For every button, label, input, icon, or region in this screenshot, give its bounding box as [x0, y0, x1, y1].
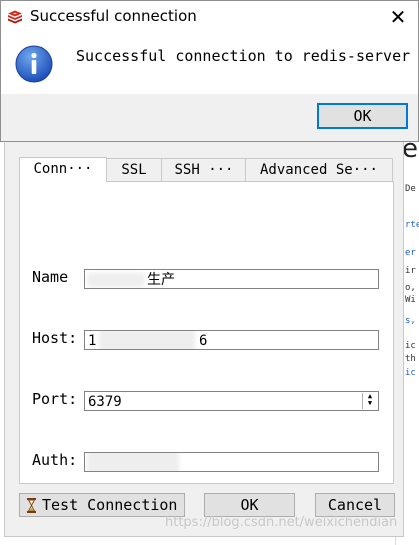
name-field[interactable]: 生产: [84, 269, 379, 289]
host-field-value-start: 1: [88, 333, 97, 349]
port-stepper[interactable]: 6379 ▲ ▼: [84, 391, 379, 411]
redacted-blur: [87, 273, 145, 287]
name-label: Name: [32, 268, 69, 286]
dialog-cancel-button[interactable]: Cancel: [315, 493, 395, 517]
background-text-fragment: o,: [405, 283, 416, 293]
close-icon[interactable]: ✕: [384, 4, 412, 30]
host-label: Host:: [32, 329, 78, 347]
message-box-title: Successful connection: [30, 7, 197, 25]
auth-label: Auth:: [32, 451, 78, 469]
background-text-fragment: ic: [405, 368, 416, 378]
port-spin-buttons[interactable]: ▲ ▼: [362, 393, 377, 409]
connection-tabs: Conn··· SSL SSH ··· Advanced Se···: [19, 157, 393, 182]
background-text-fragment: s,: [405, 316, 416, 326]
redacted-blur: [99, 331, 195, 349]
info-icon: [15, 45, 53, 83]
background-text-fragment: ir: [405, 266, 416, 276]
host-field[interactable]: 1 6: [84, 330, 379, 350]
background-text-fragment: De: [405, 184, 416, 194]
auth-password-field[interactable]: [84, 452, 379, 472]
tab-ssh[interactable]: SSH ···: [161, 158, 247, 181]
background-text-fragment: ic: [405, 341, 416, 351]
name-field-value: 生产: [147, 272, 175, 288]
message-text: Successful connection to redis-server: [76, 47, 411, 65]
background-text-fragment: th: [405, 354, 416, 364]
test-connection-button[interactable]: Test Connection: [19, 493, 185, 517]
host-field-value-end: 6: [199, 333, 208, 349]
background-text-fragment: er: [405, 248, 416, 258]
background-text-fragment: rte: [405, 220, 419, 230]
tab-ssl[interactable]: SSL: [105, 158, 163, 181]
port-field-value: 6379: [88, 394, 122, 410]
ok-button[interactable]: OK: [317, 103, 408, 129]
redacted-blur: [87, 453, 179, 471]
background-text-fragment: Wi: [405, 295, 416, 305]
hourglass-icon: [27, 498, 36, 513]
tab-advanced-settings[interactable]: Advanced Se···: [245, 158, 393, 181]
connection-settings-dialog: Conn··· SSL SSH ··· Advanced Se··· Name …: [4, 138, 404, 537]
success-message-box: Successful connection ✕ Successful conne…: [0, 0, 419, 142]
spin-down-icon[interactable]: ▼: [363, 400, 377, 407]
watermark: https://blog.csdn.net/weixichendian: [165, 515, 398, 530]
tab-connection[interactable]: Conn···: [19, 157, 107, 182]
test-connection-label: Test Connection: [42, 496, 178, 514]
connection-tab-panel: Name 生产 Host: 1 6 Port: 6379 ▲ ▼ Auth:: [19, 181, 394, 484]
redis-logo-icon: [8, 10, 22, 24]
message-box-titlebar[interactable]: Successful connection ✕: [1, 1, 418, 32]
port-label: Port:: [32, 390, 78, 408]
message-box-footer: OK: [1, 94, 418, 141]
dialog-ok-button[interactable]: OK: [204, 493, 295, 517]
